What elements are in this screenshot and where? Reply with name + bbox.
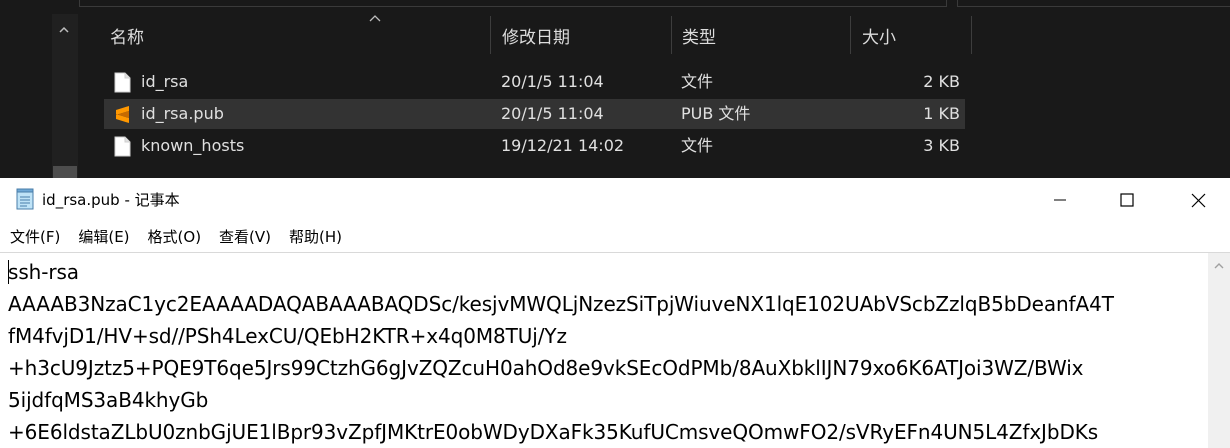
file-size: 2 KB [923,72,960,91]
file-modified: 19/12/21 14:02 [501,136,625,155]
column-header-size[interactable]: 大小 [832,14,975,56]
text-line: +h3cU9Jztz5+PQE9T6qe5Jrs99CtzhG6gJvZQZcu… [8,356,1084,380]
file-explorer: 名称 修改日期 类型 大小 id_rsa 20/1/5 11:04 文件 2 K… [0,0,1230,178]
notepad-window: id_rsa.pub - 记事本 文件(F) 编辑(E) 格式(O) 查看(V)… [0,178,1230,448]
file-icon [114,136,131,157]
file-icon [114,72,131,93]
file-type: 文件 [681,72,714,91]
file-name: id_rsa.pub [141,104,224,123]
file-row-id-rsa[interactable]: id_rsa 20/1/5 11:04 文件 2 KB [104,67,965,97]
minimize-button[interactable] [1037,178,1083,222]
scrollbar-thumb[interactable] [53,166,77,178]
close-icon [1191,193,1206,208]
scroll-up-arrow-icon[interactable] [1214,262,1224,270]
text-line: AAAAB3NzaC1yc2EAAAADAQABAAABAQDSc/kesjvM… [8,292,1114,316]
file-modified: 20/1/5 11:04 [501,104,604,123]
menu-edit[interactable]: 编辑(E) [69,222,138,252]
column-header-modified[interactable]: 修改日期 [472,14,652,56]
menu-format[interactable]: 格式(O) [139,222,211,252]
column-header-name[interactable]: 名称 [80,14,498,56]
menu-file[interactable]: 文件(F) [0,222,69,252]
column-headers: 名称 修改日期 类型 大小 [80,14,975,56]
notepad-titlebar[interactable]: id_rsa.pub - 记事本 [0,178,1230,222]
file-name: known_hosts [141,136,245,155]
search-box[interactable] [957,0,1230,7]
address-bar[interactable] [79,0,947,7]
text-line: fM4fvjD1/HV+sd//PSh4LexCU/QEbH2KTR+x4q0M… [8,324,567,348]
file-size: 3 KB [923,136,960,155]
notepad-icon [16,188,34,210]
column-header-size-label: 大小 [862,27,896,48]
file-type: PUB 文件 [681,104,751,123]
file-name: id_rsa [141,72,189,91]
column-separator[interactable] [971,16,972,54]
window-title: id_rsa.pub - 记事本 [42,191,180,209]
text-line: +6E6ldstaZLbU0znbGjUE1lBpr93vZpfJMKtrE0o… [8,420,1099,444]
maximize-button[interactable] [1104,178,1150,222]
menu-view[interactable]: 查看(V) [210,222,280,252]
sort-ascending-icon [369,15,381,22]
editor-vertical-scrollbar[interactable] [1208,253,1230,448]
file-row-id-rsa-pub[interactable]: id_rsa.pub 20/1/5 11:04 PUB 文件 1 KB [104,99,965,129]
scroll-up-arrow-icon[interactable] [59,25,69,35]
column-header-modified-label: 修改日期 [502,27,570,48]
column-header-type[interactable]: 类型 [652,14,832,56]
file-type: 文件 [681,136,714,155]
text-editor[interactable]: ssh-rsa AAAAB3NzaC1yc2EAAAADAQABAAABAQDS… [0,253,1208,448]
file-modified: 20/1/5 11:04 [501,72,604,91]
file-size: 1 KB [923,104,960,123]
sublime-text-icon [116,106,129,123]
menu-bar: 文件(F) 编辑(E) 格式(O) 查看(V) 帮助(H) [0,222,1230,252]
maximize-icon [1120,193,1134,207]
navigation-pane [0,14,52,178]
close-button[interactable] [1175,178,1221,222]
nav-pane-scrollbar[interactable] [52,14,78,178]
text-line: 5ijdfqMS3aB4khyGb [8,388,209,412]
column-header-type-label: 类型 [682,27,716,48]
text-line: ssh-rsa [8,260,79,284]
menu-help[interactable]: 帮助(H) [280,222,351,252]
column-header-name-label: 名称 [110,27,144,48]
minimize-icon [1054,199,1066,201]
file-row-known-hosts[interactable]: known_hosts 19/12/21 14:02 文件 3 KB [104,131,965,161]
